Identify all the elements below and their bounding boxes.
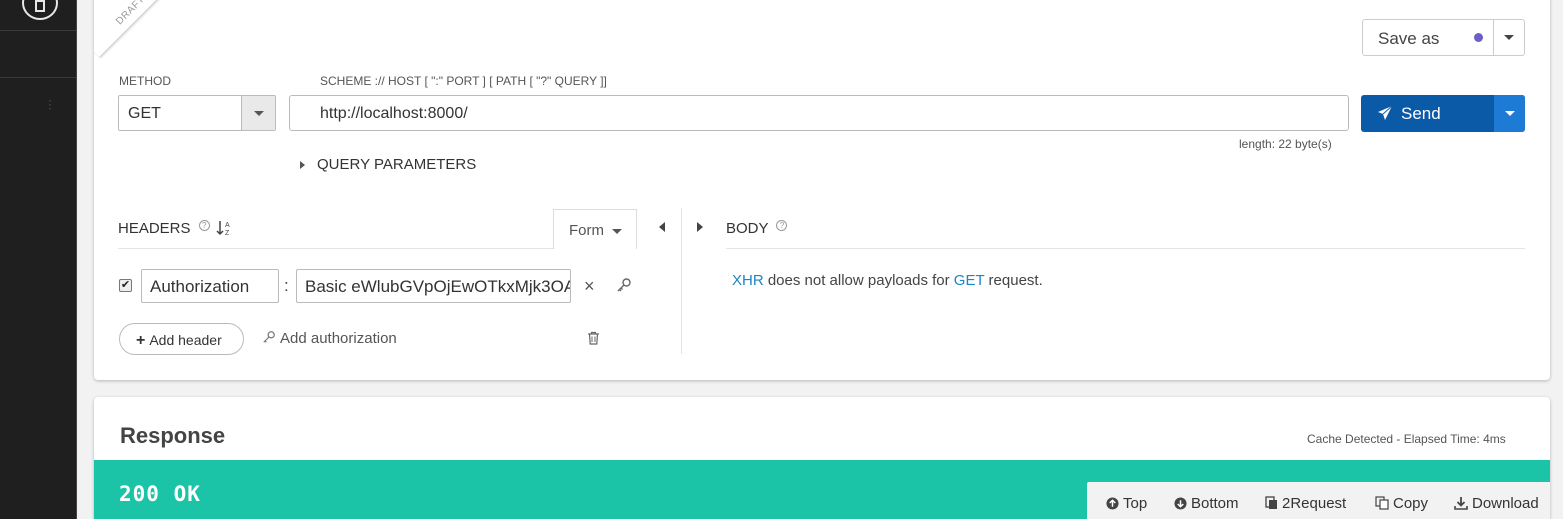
copy-button[interactable]: Copy [1375,495,1428,512]
response-title: Response [120,423,226,448]
top-label: Top [1123,495,1148,512]
query-parameters-label: QUERY PARAMETERS [317,156,477,173]
query-parameters-toggle[interactable]: QUERY PARAMETERS [300,156,476,173]
save-as-dropdown[interactable] [1493,20,1524,55]
send-label: Send [1401,104,1441,123]
url-format-label: SCHEME :// HOST [ ":" PORT ] [ PATH [ "?… [320,74,607,88]
panel-splitter[interactable] [681,208,682,354]
add-header-button[interactable]: + Add header [119,323,244,355]
body-divider [726,248,1525,249]
bottom-label: Bottom [1191,495,1239,512]
download-label: Download [1472,495,1539,512]
add-authorization-button[interactable]: Add authorization [262,330,397,347]
caret-right-icon [300,161,305,170]
form-mode-dropdown[interactable]: Form [553,209,637,249]
help-icon[interactable]: ? [776,220,788,231]
key-icon [263,331,275,343]
to-request-button[interactable]: 2Request [1265,495,1346,512]
msg-middle: does not allow payloads for [763,272,954,289]
url-value: http://localhost:8000/ [320,105,468,122]
headers-section-title: HEADERS ? A Z [118,220,232,237]
add-authorization-label: Add authorization [280,330,397,347]
app-sidebar: · · · [0,0,77,519]
xhr-link[interactable]: XHR [732,272,764,289]
svg-text:A: A [225,222,230,229]
headers-label: HEADERS [118,220,191,237]
add-header-label: Add header [149,332,222,348]
svg-text:Z: Z [225,230,230,236]
home-icon[interactable] [22,0,58,20]
plus-icon: + [136,332,146,349]
unsaved-indicator [1474,33,1483,42]
close-icon[interactable]: × [584,276,595,297]
scroll-top-button[interactable]: Top [1106,495,1147,512]
response-toolbar: Top Bottom 2Request Copy Download [1087,482,1550,519]
url-input[interactable]: http://localhost:8000/ [289,95,1349,131]
save-as-label: Save as [1378,29,1440,48]
sidebar-divider [0,30,76,31]
send-button[interactable]: Send [1361,95,1525,132]
to-request-label: 2Request [1282,495,1347,512]
body-label: BODY [726,220,769,237]
copy-icon [1375,496,1389,510]
header-value-input[interactable]: Basic eWlubGVpOjEwOTkxMjk3OA== [296,269,571,303]
scroll-bottom-button[interactable]: Bottom [1174,495,1239,512]
send-dropdown[interactable] [1494,95,1525,132]
request-icon [1265,496,1277,509]
sort-alpha-icon[interactable]: A Z [216,220,232,237]
response-panel: Response Cache Detected - Elapsed Time: … [94,397,1550,519]
chevron-down-icon[interactable] [241,96,275,130]
paper-plane-icon [1378,105,1393,120]
method-link[interactable]: GET [954,272,985,289]
download-button[interactable]: Download [1454,495,1539,512]
response-meta: Cache Detected - Elapsed Time: 4ms [1307,432,1506,446]
header-name-input[interactable]: Authorization [141,269,279,303]
method-label: METHOD [119,74,171,88]
status-code: 200 OK [119,482,201,506]
url-length: length: 22 byte(s) [1239,137,1332,151]
trash-icon[interactable] [587,331,600,345]
download-icon [1454,497,1468,510]
arrow-up-circle-icon [1106,497,1119,510]
request-panel: DRAFT [94,0,1550,380]
status-bar: 200 OK Top Bottom 2Request Copy Download [94,460,1550,519]
expand-right-icon[interactable] [697,222,703,232]
help-icon[interactable]: ? [198,220,210,231]
key-icon[interactable] [616,277,632,293]
method-value: GET [128,105,161,122]
header-enabled-checkbox[interactable]: ✔ [119,279,132,292]
form-label: Form [569,222,604,239]
body-info-message: XHR does not allow payloads for GET requ… [732,272,1043,289]
sidebar-divider [0,77,76,78]
method-select[interactable]: GET [118,95,276,131]
save-as-button[interactable]: Save as [1362,19,1525,56]
collapse-left-icon[interactable] [659,222,665,232]
header-separator: : [284,276,289,295]
arrow-down-circle-icon [1174,497,1187,510]
headers-divider [118,248,554,249]
copy-label: Copy [1393,495,1429,512]
more-vertical-icon[interactable]: · · · [47,94,53,114]
draft-ribbon: DRAFT [94,0,178,58]
body-section-title: BODY ? [726,220,788,237]
msg-end: request. [984,272,1043,289]
